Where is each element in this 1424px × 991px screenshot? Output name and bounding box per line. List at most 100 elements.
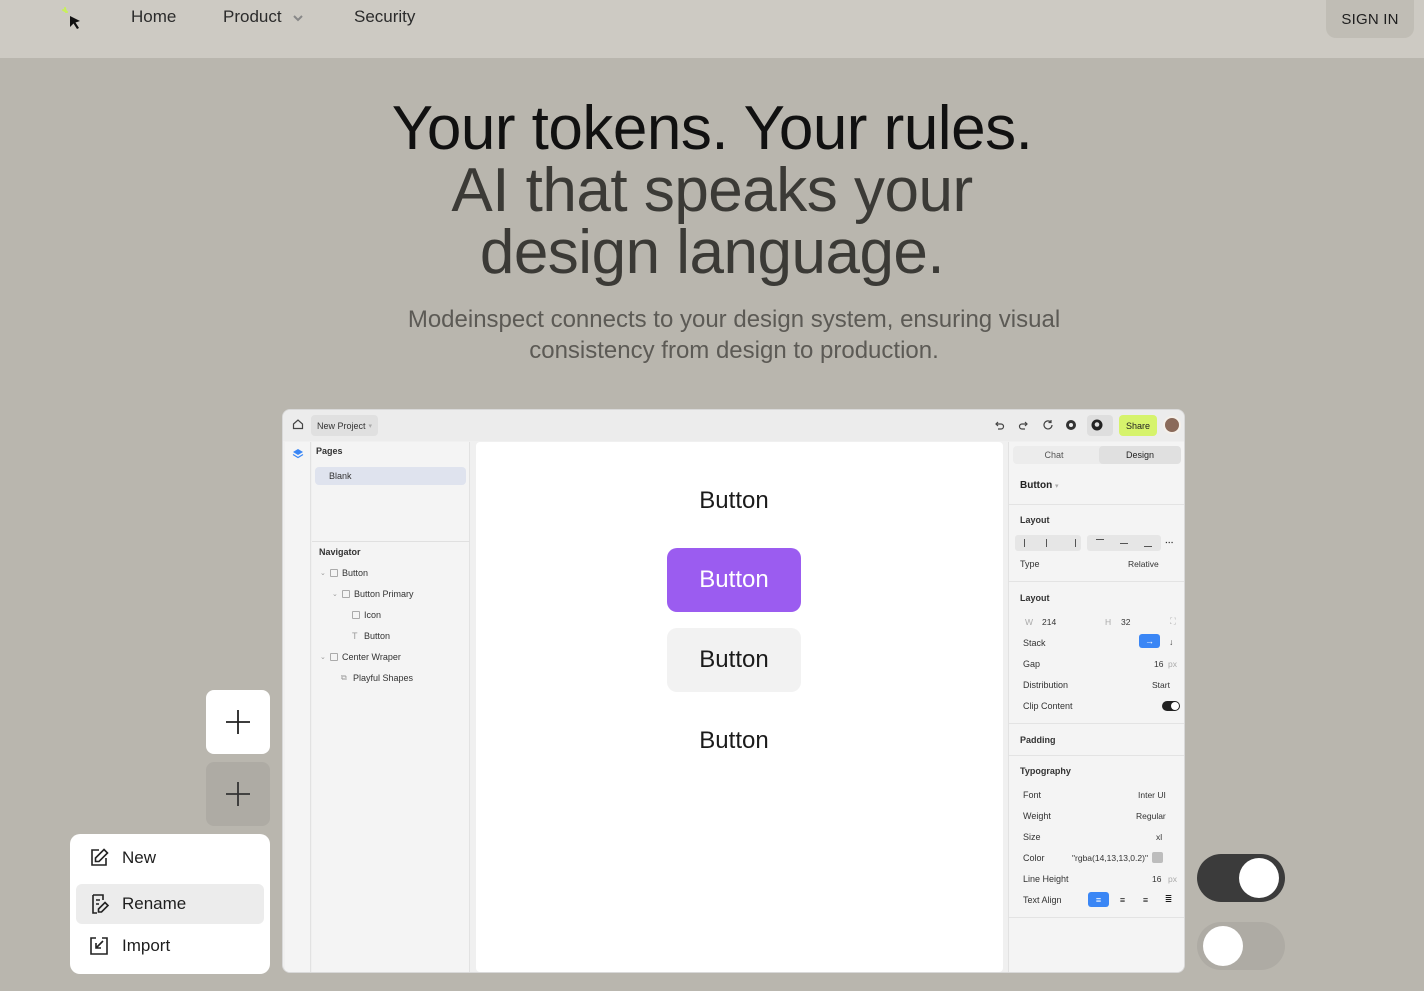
toggle-switch-off[interactable]: [1197, 922, 1285, 970]
typography-section-title[interactable]: Typography: [1020, 766, 1071, 776]
size-select[interactable]: xl: [1156, 832, 1162, 842]
line-height-label: Line Height: [1023, 874, 1069, 884]
align-left-icon[interactable]: [1024, 539, 1032, 547]
canvas-button-primary[interactable]: Button: [667, 548, 801, 612]
avatar[interactable]: [1163, 416, 1181, 434]
project-name-dropdown[interactable]: New Project ▾: [311, 415, 379, 436]
github-dropdown[interactable]: [1087, 415, 1113, 436]
stack-horizontal-button[interactable]: →: [1139, 634, 1160, 648]
layers-icon[interactable]: [292, 448, 304, 460]
type-select[interactable]: Relative: [1128, 559, 1159, 569]
tree-label: Center Wraper: [342, 652, 401, 662]
stack-label: Stack: [1023, 638, 1046, 648]
tab-design[interactable]: Design: [1099, 446, 1181, 464]
tree-item-playful-shapes[interactable]: ⧉ Playful Shapes: [341, 673, 413, 683]
color-swatch[interactable]: [1152, 852, 1163, 863]
share-button[interactable]: Share: [1119, 415, 1157, 436]
layout-section-title-2[interactable]: Layout: [1020, 593, 1050, 603]
selected-element-name[interactable]: Button ▾: [1020, 480, 1059, 491]
layout-section-title[interactable]: Layout: [1020, 515, 1050, 525]
caret-icon: ⌄: [332, 591, 338, 598]
undo-icon[interactable]: [993, 419, 1005, 431]
menu-item-label: New: [122, 848, 157, 867]
shapes-icon: ⧉: [341, 673, 347, 682]
align-middle-icon[interactable]: [1120, 543, 1128, 544]
hero-subtitle: Modeinspect connects to your design syst…: [407, 306, 1061, 364]
line-height-input[interactable]: 16: [1152, 874, 1161, 884]
text-align-justify-button[interactable]: ≣: [1158, 892, 1179, 907]
width-label: W: [1025, 617, 1034, 627]
menu-item-rename[interactable]: Rename: [76, 884, 264, 924]
context-menu: New Rename Import: [70, 834, 270, 974]
tree-item-button-primary[interactable]: ⌄ Button Primary: [332, 589, 414, 599]
page-item-blank[interactable]: Blank: [315, 467, 466, 485]
nav-home-link[interactable]: Home: [131, 7, 176, 27]
type-label: Type: [1020, 559, 1040, 569]
plus-icon: [226, 710, 250, 734]
add-button-primary[interactable]: [206, 690, 270, 754]
plus-icon: [226, 782, 250, 806]
menu-item-import[interactable]: Import: [76, 926, 264, 966]
align-right-icon[interactable]: [1068, 539, 1076, 547]
gap-unit: px: [1168, 659, 1177, 669]
tab-chat[interactable]: Chat: [1013, 446, 1095, 464]
design-canvas[interactable]: Button Button Button Button: [476, 442, 1003, 972]
nav-security-link[interactable]: Security: [354, 7, 415, 27]
font-select[interactable]: Inter UI: [1138, 790, 1166, 800]
align-left-icon: ≡: [1095, 894, 1102, 905]
menu-item-new[interactable]: New: [76, 838, 264, 878]
text-align-left-button[interactable]: ≡: [1088, 892, 1109, 907]
line-height-unit: px: [1168, 874, 1177, 884]
cursor-logo-icon[interactable]: [60, 6, 86, 32]
tree-item-button[interactable]: ⌄ Button: [320, 568, 368, 578]
arrow-down-icon[interactable]: ↓: [1169, 637, 1173, 647]
more-options-icon[interactable]: ⋯: [1165, 537, 1174, 548]
tree-item-center-wraper[interactable]: ⌄ Center Wraper: [320, 652, 401, 662]
rename-icon: [92, 894, 110, 914]
color-label: Color: [1023, 853, 1045, 863]
align-top-icon[interactable]: [1096, 539, 1104, 547]
color-input[interactable]: "rgba(14,13,13,0.2)": [1072, 853, 1148, 863]
top-navbar: Home Product Security SIGN IN: [0, 0, 1424, 58]
divider: [1009, 917, 1184, 918]
tree-item-button-text[interactable]: T Button: [352, 631, 390, 641]
add-button-secondary[interactable]: [206, 762, 270, 826]
gap-input[interactable]: 16: [1154, 659, 1163, 669]
align-justify-icon: ≣: [1164, 894, 1173, 904]
sign-in-button[interactable]: SIGN IN: [1326, 0, 1414, 38]
distribution-select[interactable]: Start: [1152, 680, 1170, 690]
text-align-center-button[interactable]: ≡: [1112, 892, 1133, 907]
nav-product-label: Product: [223, 7, 282, 26]
vertical-align-group: [1087, 535, 1161, 551]
size-label: Size: [1023, 832, 1041, 842]
frame-icon: [342, 590, 350, 598]
weight-select[interactable]: Regular: [1136, 811, 1166, 821]
github-icon: [1091, 419, 1103, 431]
width-input[interactable]: 214: [1042, 617, 1056, 627]
canvas-button-ghost[interactable]: Button: [667, 709, 801, 773]
toggle-switch-on[interactable]: [1197, 854, 1285, 902]
nav-product-link[interactable]: Product: [223, 7, 304, 27]
text-align-right-button[interactable]: ≡: [1135, 892, 1156, 907]
canvas-button-secondary[interactable]: Button: [667, 628, 801, 692]
align-bottom-icon[interactable]: [1144, 539, 1152, 547]
align-center-icon: ≡: [1119, 894, 1126, 905]
expand-icon[interactable]: ⛶: [1170, 616, 1176, 627]
toggle-knob: [1239, 858, 1279, 898]
align-center-icon[interactable]: [1046, 539, 1054, 547]
tree-label: Button: [364, 631, 391, 641]
record-icon[interactable]: [1065, 419, 1077, 431]
align-right-icon: ≡: [1142, 894, 1149, 905]
canvas-button-text[interactable]: Button: [667, 469, 801, 533]
padding-section-title[interactable]: Padding: [1020, 735, 1056, 745]
refresh-icon[interactable]: [1042, 419, 1054, 431]
horizontal-align-group: [1015, 535, 1081, 551]
home-icon[interactable]: [292, 418, 304, 430]
height-input[interactable]: 32: [1121, 617, 1130, 627]
clip-content-toggle[interactable]: [1162, 701, 1180, 711]
frame-icon: [330, 569, 338, 577]
tree-item-icon[interactable]: Icon: [352, 610, 381, 620]
app-toolbar: New Project ▾ Share: [283, 410, 1184, 441]
divider: [1009, 723, 1184, 724]
redo-icon[interactable]: [1018, 419, 1030, 431]
